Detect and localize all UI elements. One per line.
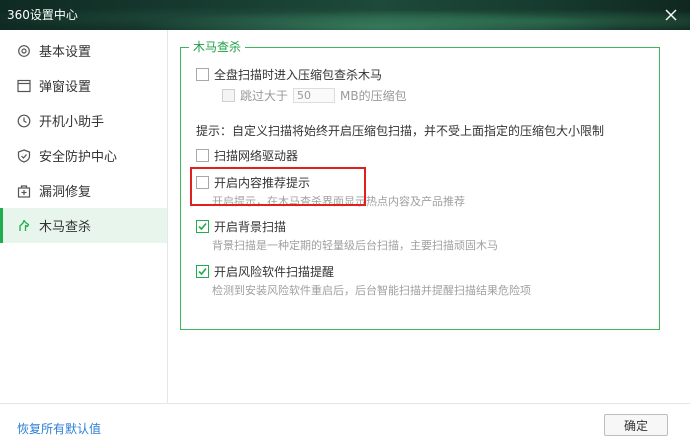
skip-larger-suffix: MB的压缩包: [340, 89, 407, 103]
sidebar-item-popup-settings[interactable]: 弹窗设置: [0, 68, 167, 103]
check-icon: [198, 267, 207, 276]
sidebar-item-label: 木马查杀: [39, 220, 92, 235]
horse-icon: [17, 219, 31, 233]
background-scan-label: 开启背景扫描: [214, 220, 287, 234]
scan-network-driver-label: 扫描网络驱动器: [214, 149, 299, 163]
background-scan-checkbox[interactable]: [196, 220, 209, 233]
gear-icon: [17, 44, 31, 58]
tip-row: 提示：自定义扫描将始终开启压缩包扫描，并不受上面指定的压缩包大小限制: [196, 122, 604, 139]
scan-network-driver-option[interactable]: 扫描网络驱动器: [196, 147, 298, 164]
check-icon: [198, 222, 207, 231]
risk-software-desc: 检测到安装风险软件重启后，后台智能扫描并提醒扫描结果危险项: [212, 284, 531, 297]
skip-larger-checkbox[interactable]: [222, 89, 235, 102]
sidebar-item-label: 基本设置: [39, 45, 92, 60]
shield-icon: [17, 148, 31, 163]
skip-size-input[interactable]: [293, 88, 336, 103]
background-scan-desc: 背景扫描是一种定期的轻量级后台扫描，主要扫描顽固木马: [212, 239, 498, 252]
risk-software-checkbox[interactable]: [196, 265, 209, 278]
sidebar-item-security-center[interactable]: 安全防护中心: [0, 138, 167, 173]
sidebar-item-basic-settings[interactable]: 基本设置: [0, 33, 167, 68]
risk-software-option[interactable]: 开启风险软件扫描提醒: [196, 263, 334, 280]
skip-larger-prefix: 跳过大于: [240, 89, 289, 103]
sidebar-item-label: 弹窗设置: [39, 80, 92, 95]
sidebar-item-label: 开机小助手: [39, 115, 105, 130]
skip-larger-option[interactable]: 跳过大于 MB的压缩包: [222, 87, 407, 104]
window-title: 360设置中心: [7, 8, 78, 22]
restore-defaults-link[interactable]: 恢复所有默认值: [17, 420, 101, 437]
highlight-box: [190, 167, 366, 206]
tip-text: 提示：自定义扫描将始终开启压缩包扫描，并不受上面指定的压缩包大小限制: [196, 124, 605, 138]
sidebar: 基本设置 弹窗设置 开机小助手 安全防护中心 漏洞修复 木马查杀: [0, 30, 168, 403]
window-icon: [17, 79, 31, 93]
scan-compressed-checkbox[interactable]: [196, 68, 209, 81]
scan-compressed-option[interactable]: 全盘扫描时进入压缩包查杀木马: [196, 66, 382, 83]
risk-software-label: 开启风险软件扫描提醒: [214, 265, 335, 279]
title-bar: 360设置中心: [0, 0, 690, 30]
ok-button[interactable]: 确定: [604, 414, 668, 436]
patch-icon: [17, 184, 31, 198]
sidebar-item-boot-assistant[interactable]: 开机小助手: [0, 103, 167, 138]
scan-network-driver-checkbox[interactable]: [196, 149, 209, 162]
sidebar-item-label: 漏洞修复: [39, 185, 92, 200]
background-scan-option[interactable]: 开启背景扫描: [196, 218, 286, 235]
sidebar-item-label: 安全防护中心: [39, 150, 118, 165]
sidebar-item-vulnerability-repair[interactable]: 漏洞修复: [0, 173, 167, 208]
footer: 恢复所有默认值 确定: [0, 403, 690, 443]
group-title: 木马查杀: [189, 39, 246, 55]
close-icon[interactable]: [660, 4, 682, 26]
sidebar-item-trojan-scan[interactable]: 木马查杀: [0, 208, 167, 243]
clock-icon: [17, 114, 31, 128]
scan-compressed-label: 全盘扫描时进入压缩包查杀木马: [214, 68, 383, 82]
